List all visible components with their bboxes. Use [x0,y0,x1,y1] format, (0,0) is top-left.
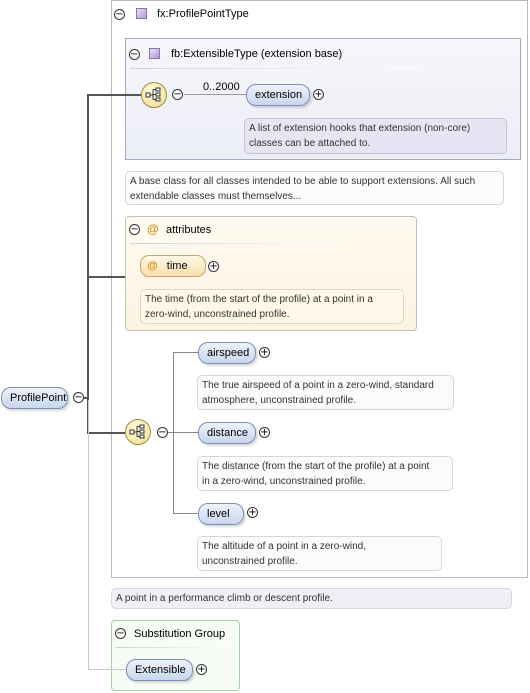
attributes-label: attributes [166,224,212,236]
root-connector-to-extensible [88,669,126,670]
level-element-label: level [207,508,230,520]
base-type-collapse-toggle[interactable]: − [129,49,140,60]
main-sequence-collapse-toggle[interactable]: − [157,427,168,438]
complex-type-collapse-toggle[interactable]: − [114,9,125,20]
extension-annotation: A list of extension hooks that extension… [244,118,507,154]
time-annotation-line-2: zero-wind, unconstrained profile. [145,309,290,320]
level-element[interactable]: level [198,503,244,525]
distance-expand-toggle[interactable]: + [259,427,270,438]
level-annotation-line-1: The altitude of a point in a zero-wind, [202,541,366,552]
base-type-annotation-line-1: A base class for all classes intended to… [130,176,476,187]
time-annotation: The time (from the start of the profile)… [140,289,404,324]
substitution-group-collapse-toggle[interactable]: − [115,628,126,639]
time-attribute[interactable]: @ time [140,255,206,277]
extensible-expand-toggle[interactable]: + [196,664,207,675]
extension-element[interactable]: extension [246,84,310,106]
extensible-element-label: Extensible [135,664,186,676]
extension-expand-toggle[interactable]: + [313,89,324,100]
root-connector-to-substitution [88,400,89,670]
extension-element-label: extension [255,89,303,101]
root-connector-to-base-sequence [87,94,141,96]
time-expand-toggle[interactable]: + [208,261,219,272]
element-annotation-text: A point in a performance climb or descen… [116,593,333,604]
sequence-branch-distance [168,432,198,433]
base-seq-connector [184,94,246,95]
base-sequence-compositor[interactable] [141,82,167,108]
complex-type-icon [136,8,147,19]
airspeed-element-label: airspeed [207,347,250,359]
base-type-header-rule [130,68,420,69]
airspeed-expand-toggle[interactable]: + [259,347,270,358]
profile-point-element-label: ProfilePoint [10,392,67,404]
root-connector-vertical [87,94,89,434]
element-annotation: A point in a performance climb or descen… [111,588,512,609]
attribute-marker-icon: @ [147,222,159,236]
distance-annotation-line-2: in a zero-wind, unconstrained profile. [202,476,366,487]
level-annotation: The altitude of a point in a zero-wind, … [197,536,442,571]
base-type-annotation-line-2: extendable classes must themselves... [130,191,302,202]
root-connector-to-attributes [87,276,125,278]
distance-annotation: The distance (from the start of the prof… [197,456,453,491]
extensible-element[interactable]: Extensible [126,659,193,681]
extension-occurrence: 0..2000 [203,81,240,93]
level-expand-toggle[interactable]: + [247,507,258,518]
time-attribute-label: time [166,260,188,272]
sequence-branch-level [173,513,198,514]
substitution-group-label: Substitution Group [134,628,226,640]
base-sequence-collapse-toggle[interactable]: − [172,89,183,100]
base-type-icon [149,48,160,59]
attributes-collapse-toggle[interactable]: − [129,224,140,235]
time-attribute-icon: @ [147,260,158,272]
profile-point-collapse-toggle[interactable]: − [73,392,84,403]
extension-annotation-line-1: A list of extension hooks that extension… [249,123,471,134]
airspeed-annotation: The true airspeed of a point in a zero-w… [197,375,454,410]
time-annotation-line-1: The time (from the start of the profile)… [145,294,373,305]
substitution-group-header-rule [116,647,226,648]
level-annotation-line-2: unconstrained profile. [202,556,298,567]
base-type-annotation: A base class for all classes intended to… [125,171,504,205]
sequence-branch-airspeed [173,352,198,353]
root-connector-to-sequence [87,432,125,434]
profile-point-element[interactable]: ProfilePoint [1,387,68,409]
distance-annotation-line-1: The distance (from the start of the prof… [202,461,430,472]
extension-annotation-line-2: classes can be attached to. [249,138,371,149]
main-sequence-compositor[interactable] [125,419,151,445]
airspeed-annotation-line-2: atmosphere, unconstrained profile. [202,395,356,406]
attributes-header-rule [130,243,340,244]
sequence-icon [145,87,161,102]
sequence-branch-vertical [173,352,174,514]
distance-element[interactable]: distance [198,422,256,444]
airspeed-annotation-line-1: The true airspeed of a point in a zero-w… [202,380,434,391]
sequence-icon [129,424,145,439]
base-type-label: fb:ExtensibleType (extension base) [171,48,343,60]
airspeed-element[interactable]: airspeed [198,342,256,364]
complex-type-label: fx:ProfilePointType [157,8,249,20]
distance-element-label: distance [207,427,248,439]
